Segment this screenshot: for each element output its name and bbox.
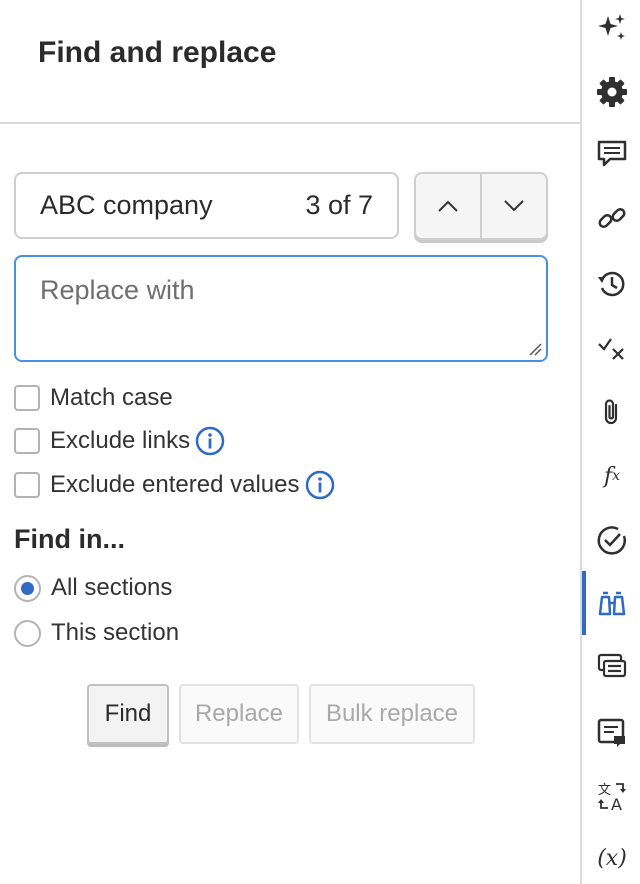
resize-grip-icon[interactable] xyxy=(528,342,542,356)
previous-match-button[interactable] xyxy=(416,174,480,238)
cards-icon[interactable] xyxy=(592,646,632,686)
sparkle-icon[interactable] xyxy=(592,8,632,48)
exclude-entered-values-label: Exclude entered values xyxy=(50,471,300,498)
all-sections-label: All sections xyxy=(51,574,173,601)
match-case-option[interactable]: Match case xyxy=(14,384,173,412)
active-indicator xyxy=(582,571,586,635)
find-replace-panel: Find and replace ABC company 3 of 7 Repl… xyxy=(0,0,580,884)
gear-icon[interactable] xyxy=(592,72,632,112)
next-match-button[interactable] xyxy=(480,174,546,238)
side-toolbar: fx 文A (x) xyxy=(580,0,640,884)
exclude-links-label: Exclude links xyxy=(50,427,191,454)
checkmark-x-icon[interactable] xyxy=(592,328,632,368)
info-icon[interactable] xyxy=(194,425,226,457)
check-circle-icon[interactable] xyxy=(592,520,632,560)
svg-text:文: 文 xyxy=(598,783,611,798)
exclude-entered-values-option[interactable]: Exclude entered values xyxy=(14,469,336,501)
find-input-value: ABC company xyxy=(40,190,213,220)
all-sections-radio[interactable] xyxy=(14,574,41,602)
link-icon[interactable] xyxy=(592,198,632,238)
this-section-option[interactable]: This section xyxy=(14,619,179,647)
comment-icon[interactable] xyxy=(592,134,632,174)
this-section-radio[interactable] xyxy=(14,619,41,647)
variable-icon[interactable]: (x) xyxy=(592,838,632,878)
all-sections-option[interactable]: All sections xyxy=(14,574,172,602)
svg-text:A: A xyxy=(611,795,622,812)
chevron-up-icon xyxy=(438,200,458,212)
match-case-checkbox[interactable] xyxy=(14,385,40,411)
exclude-links-option[interactable]: Exclude links xyxy=(14,425,226,457)
panel-header: Find and replace xyxy=(0,0,580,124)
find-input[interactable]: ABC company 3 of 7 xyxy=(14,172,399,239)
radio-selected-dot xyxy=(21,581,34,595)
binoculars-icon[interactable] xyxy=(592,584,632,624)
info-icon[interactable] xyxy=(304,469,336,501)
note-icon[interactable] xyxy=(592,712,632,752)
panel-title: Find and replace xyxy=(38,36,277,69)
match-navigation xyxy=(414,172,548,240)
find-button[interactable]: Find xyxy=(87,684,169,744)
this-section-label: This section xyxy=(51,619,180,646)
replace-placeholder: Replace with xyxy=(40,275,195,305)
history-icon[interactable] xyxy=(592,264,632,304)
paperclip-icon[interactable] xyxy=(592,392,632,432)
replace-button[interactable]: Replace xyxy=(179,684,299,744)
bulk-replace-button[interactable]: Bulk replace xyxy=(309,684,475,744)
match-case-label: Match case xyxy=(50,384,173,411)
function-icon[interactable]: fx xyxy=(592,456,632,496)
replace-input[interactable]: Replace with xyxy=(14,255,548,362)
exclude-links-checkbox[interactable] xyxy=(14,428,40,454)
find-in-heading: Find in... xyxy=(14,524,125,554)
chevron-down-icon xyxy=(504,200,524,212)
exclude-entered-values-checkbox[interactable] xyxy=(14,472,40,498)
match-count: 3 of 7 xyxy=(305,190,373,220)
translate-icon[interactable]: 文A xyxy=(592,776,632,816)
